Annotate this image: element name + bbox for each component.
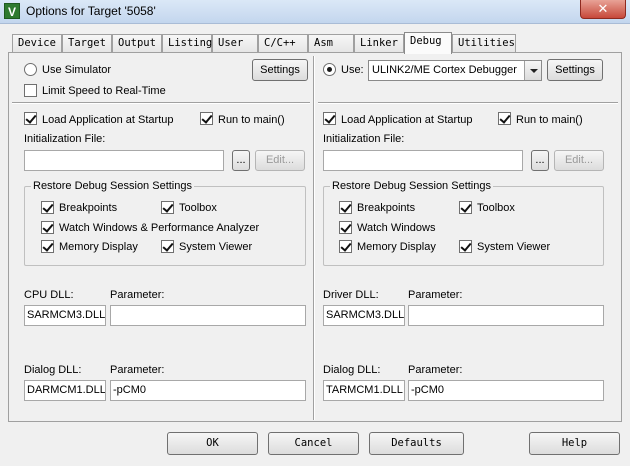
left-system-viewer-checkbox[interactable] — [161, 240, 174, 253]
help-button[interactable]: Help — [529, 432, 620, 455]
right-load-app-label: Load Application at Startup — [341, 114, 473, 126]
tab-linker[interactable]: Linker — [354, 34, 404, 52]
left-load-app-checkbox[interactable] — [24, 112, 37, 125]
right-run-to-main-label: Run to main() — [516, 114, 583, 126]
left-toolbox-checkbox[interactable] — [161, 201, 174, 214]
right-separator — [318, 102, 618, 104]
limit-speed-checkbox[interactable] — [24, 84, 37, 97]
left-edit-button[interactable]: Edit... — [255, 150, 305, 171]
left-dialog-dll-label: Dialog DLL: — [24, 364, 82, 376]
tab-target[interactable]: Target — [62, 34, 112, 52]
driver-param-label: Parameter: — [408, 289, 463, 301]
left-init-file-label: Initialization File: — [24, 133, 106, 145]
right-breakpoints-label: Breakpoints — [357, 202, 416, 214]
right-toolbox-checkbox[interactable] — [459, 201, 472, 214]
tab-device[interactable]: Device — [12, 34, 62, 52]
right-init-file-input[interactable] — [323, 150, 523, 171]
left-restore-title: Restore Debug Session Settings — [31, 180, 194, 193]
cpu-param-input[interactable] — [110, 305, 306, 326]
left-run-to-main-checkbox[interactable] — [200, 112, 213, 125]
right-memory-display-checkbox[interactable] — [339, 240, 352, 253]
right-memory-display-label: Memory Display — [357, 241, 436, 253]
tab-asm[interactable]: Asm — [308, 34, 354, 52]
tab-listing[interactable]: Listing — [162, 34, 212, 52]
use-label: Use: — [341, 64, 364, 76]
right-dialog-param-input[interactable]: -pCM0 — [408, 380, 604, 401]
tab-output[interactable]: Output — [112, 34, 162, 52]
driver-dll-label: Driver DLL: — [323, 289, 379, 301]
use-simulator-label: Use Simulator — [42, 64, 112, 76]
right-load-app-checkbox[interactable] — [323, 112, 336, 125]
use-debugger-radio[interactable] — [323, 63, 336, 76]
left-toolbox-label: Toolbox — [179, 202, 217, 214]
right-watch-windows-checkbox[interactable] — [339, 221, 352, 234]
tab-c-cpp[interactable]: C/C++ — [258, 34, 308, 52]
right-restore-title: Restore Debug Session Settings — [330, 180, 493, 193]
debugger-settings-button[interactable]: Settings — [547, 59, 603, 81]
title-bar: V Options for Target '5058' ✕ — [0, 0, 630, 24]
left-breakpoints-label: Breakpoints — [59, 202, 118, 214]
right-browse-button[interactable]: ... — [531, 150, 549, 171]
right-run-to-main-checkbox[interactable] — [498, 112, 511, 125]
close-button[interactable]: ✕ — [580, 0, 626, 19]
cpu-dll-label: CPU DLL: — [24, 289, 74, 301]
left-memory-display-label: Memory Display — [59, 241, 138, 253]
left-run-to-main-label: Run to main() — [218, 114, 285, 126]
left-breakpoints-checkbox[interactable] — [41, 201, 54, 214]
right-system-viewer-label: System Viewer — [477, 241, 551, 253]
tab-user[interactable]: User — [212, 34, 258, 52]
window-title: Options for Target '5058' — [26, 4, 156, 18]
left-watch-windows-label: Watch Windows & Performance Analyzer — [59, 222, 260, 234]
right-dialog-param-label: Parameter: — [408, 364, 463, 376]
right-dialog-dll-label: Dialog DLL: — [323, 364, 381, 376]
left-dialog-param-input[interactable]: -pCM0 — [110, 380, 306, 401]
tab-utilities[interactable]: Utilities — [452, 34, 516, 52]
right-watch-windows-label: Watch Windows — [357, 222, 436, 234]
defaults-button[interactable]: Defaults — [369, 432, 464, 455]
keil-uv-icon: V — [4, 3, 20, 19]
use-simulator-radio[interactable] — [24, 63, 37, 76]
left-watch-windows-checkbox[interactable] — [41, 221, 54, 234]
right-dialog-dll-input[interactable]: TARMCM1.DLL — [323, 380, 405, 401]
cpu-dll-input[interactable]: SARMCM3.DLL — [24, 305, 106, 326]
right-system-viewer-checkbox[interactable] — [459, 240, 472, 253]
debugger-select[interactable]: ULINK2/ME Cortex Debugger — [368, 60, 542, 81]
left-dialog-dll-input[interactable]: DARMCM1.DLL — [24, 380, 106, 401]
cancel-button[interactable]: Cancel — [268, 432, 359, 455]
chevron-down-icon[interactable] — [524, 61, 541, 80]
left-browse-button[interactable]: ... — [232, 150, 250, 171]
right-init-file-label: Initialization File: — [323, 133, 405, 145]
simulator-settings-button[interactable]: Settings — [252, 59, 308, 81]
left-init-file-input[interactable] — [24, 150, 224, 171]
tab-debug[interactable]: Debug — [404, 32, 452, 54]
panel-divider — [313, 56, 315, 420]
right-breakpoints-checkbox[interactable] — [339, 201, 352, 214]
limit-speed-label: Limit Speed to Real-Time — [42, 85, 166, 97]
debugger-select-value: ULINK2/ME Cortex Debugger — [372, 64, 517, 76]
left-system-viewer-label: System Viewer — [179, 241, 253, 253]
cpu-param-label: Parameter: — [110, 289, 165, 301]
left-load-app-label: Load Application at Startup — [42, 114, 174, 126]
driver-param-input[interactable] — [408, 305, 604, 326]
right-edit-button[interactable]: Edit... — [554, 150, 604, 171]
left-dialog-param-label: Parameter: — [110, 364, 165, 376]
ok-button[interactable]: OK — [167, 432, 258, 455]
left-separator — [12, 102, 310, 104]
left-memory-display-checkbox[interactable] — [41, 240, 54, 253]
right-toolbox-label: Toolbox — [477, 202, 515, 214]
driver-dll-input[interactable]: SARMCM3.DLL — [323, 305, 405, 326]
